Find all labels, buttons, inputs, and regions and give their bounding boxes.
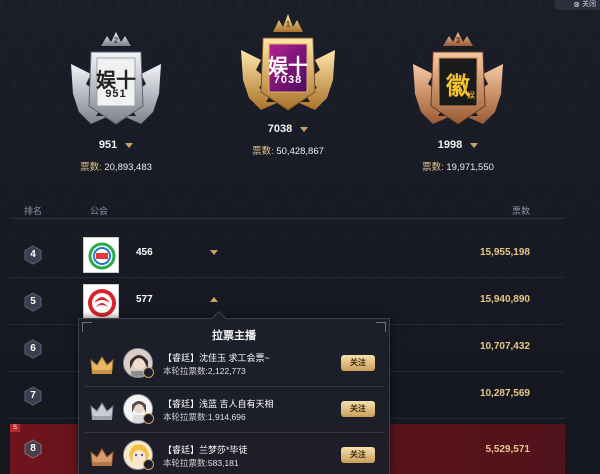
col-guild-header: 公会 xyxy=(90,206,109,216)
crest-logo-sub: 7038 xyxy=(273,74,303,86)
expand-arrow-icon[interactable] xyxy=(210,250,218,255)
crest-rank-number: 3 xyxy=(455,36,461,45)
gold-crest-icon: 1 娱十 7038 xyxy=(223,8,353,118)
podium-rank-1[interactable]: 1 娱十 7038 7038 票数: 50,428,867 xyxy=(208,8,368,157)
expand-arrow-icon[interactable] xyxy=(470,142,479,148)
podium-votes: 票数: 19,971,550 xyxy=(422,162,494,173)
silver-crest-icon: 2 娱十 951 xyxy=(51,24,181,134)
podium-votes: 票数: 50,428,867 xyxy=(252,146,324,157)
close-label: 关闭 xyxy=(582,1,596,8)
podium-rank-3[interactable]: 3 徽 娱 1998 票数: 19,971,550 xyxy=(378,24,538,173)
crest-logo-sub: 951 xyxy=(105,88,127,100)
bronze-crown-icon xyxy=(89,447,115,467)
anchor-list-item[interactable]: 【睿廷】兰梦莎*毕徒 本轮拉票数:583,181 关注 xyxy=(85,433,383,474)
guild-votes: 10,707,432 xyxy=(479,341,530,352)
microphone-icon xyxy=(143,367,154,378)
crest-rank-number: 1 xyxy=(285,20,291,29)
crest-rank-number: 2 xyxy=(113,36,119,45)
guild-name: 456 xyxy=(136,247,153,258)
rank-hexagon-icon: 6 xyxy=(23,339,43,359)
follow-button[interactable]: 关注 xyxy=(341,401,375,417)
podium-guild-name: 1998 xyxy=(437,139,463,151)
guild-name: 577 xyxy=(136,294,153,305)
rank-hexagon-icon: 5 xyxy=(23,292,43,312)
row-tag-badge: S xyxy=(10,424,20,432)
ranking-row[interactable]: 4 456 15,955,198 xyxy=(10,232,565,278)
collapse-arrow-icon[interactable] xyxy=(210,297,218,302)
follow-button[interactable]: 关注 xyxy=(341,355,375,371)
podium-guild-name: 951 xyxy=(98,139,118,151)
podium-votes: 票数: 20,893,483 xyxy=(80,162,152,173)
expand-arrow-icon[interactable] xyxy=(300,126,309,132)
gold-crown-icon xyxy=(89,355,115,375)
vote-anchor-popup: 拉票主播 【睿廷】沈佳玉 求工会票~ 本轮拉票数:2,122,773 关注 【睿… xyxy=(78,310,390,474)
silver-crown-icon xyxy=(89,401,115,421)
bronze-crest-icon: 3 徽 娱 xyxy=(393,24,523,134)
microphone-icon xyxy=(143,413,154,424)
close-button[interactable]: ⊗ 关闭 xyxy=(554,0,600,10)
follow-button[interactable]: 关注 xyxy=(341,447,375,463)
podium-guild-name: 7038 xyxy=(267,123,293,135)
expand-arrow-icon[interactable] xyxy=(125,142,134,148)
microphone-icon xyxy=(143,459,154,470)
rank-hexagon-icon: 7 xyxy=(23,386,43,406)
anchor-name: 【睿廷】沈佳玉 求工会票~ xyxy=(163,353,270,363)
anchor-votes: 本轮拉票数:2,122,773 xyxy=(163,366,246,376)
ranking-table-header: 排名 公会 票数 xyxy=(10,199,565,219)
podium-rank-2[interactable]: 2 娱十 951 951 票数: 20,893,483 xyxy=(36,24,196,173)
guild-votes: 5,529,571 xyxy=(485,444,531,455)
anchor-list-item[interactable]: 【睿廷】浅蓝 吉人自有天相 本轮拉票数:1,914,696 关注 xyxy=(85,387,383,433)
rank-hexagon-icon: 4 xyxy=(23,245,43,265)
anchor-votes: 本轮拉票数:583,181 xyxy=(163,458,239,468)
guild-votes: 15,955,198 xyxy=(479,247,530,258)
anchor-name: 【睿廷】兰梦莎*毕徒 xyxy=(163,445,248,455)
anchor-votes: 本轮拉票数:1,914,696 xyxy=(163,412,246,422)
guild-votes: 15,940,890 xyxy=(479,294,530,305)
col-rank-header: 排名 xyxy=(24,206,43,216)
crest-logo-text: 徽 xyxy=(446,73,470,100)
anchor-name: 【睿廷】浅蓝 吉人自有天相 xyxy=(163,399,274,409)
col-votes-header: 票数 xyxy=(511,206,530,216)
guild-logo xyxy=(83,284,119,320)
crest-logo-sub: 娱 xyxy=(467,91,475,100)
close-icon: ⊗ xyxy=(573,0,580,9)
guild-votes: 10,287,569 xyxy=(479,388,530,399)
anchor-list-item[interactable]: 【睿廷】沈佳玉 求工会票~ 本轮拉票数:2,122,773 关注 xyxy=(85,341,383,387)
guild-logo xyxy=(83,237,119,273)
rank-hexagon-icon: 8 xyxy=(23,439,43,459)
